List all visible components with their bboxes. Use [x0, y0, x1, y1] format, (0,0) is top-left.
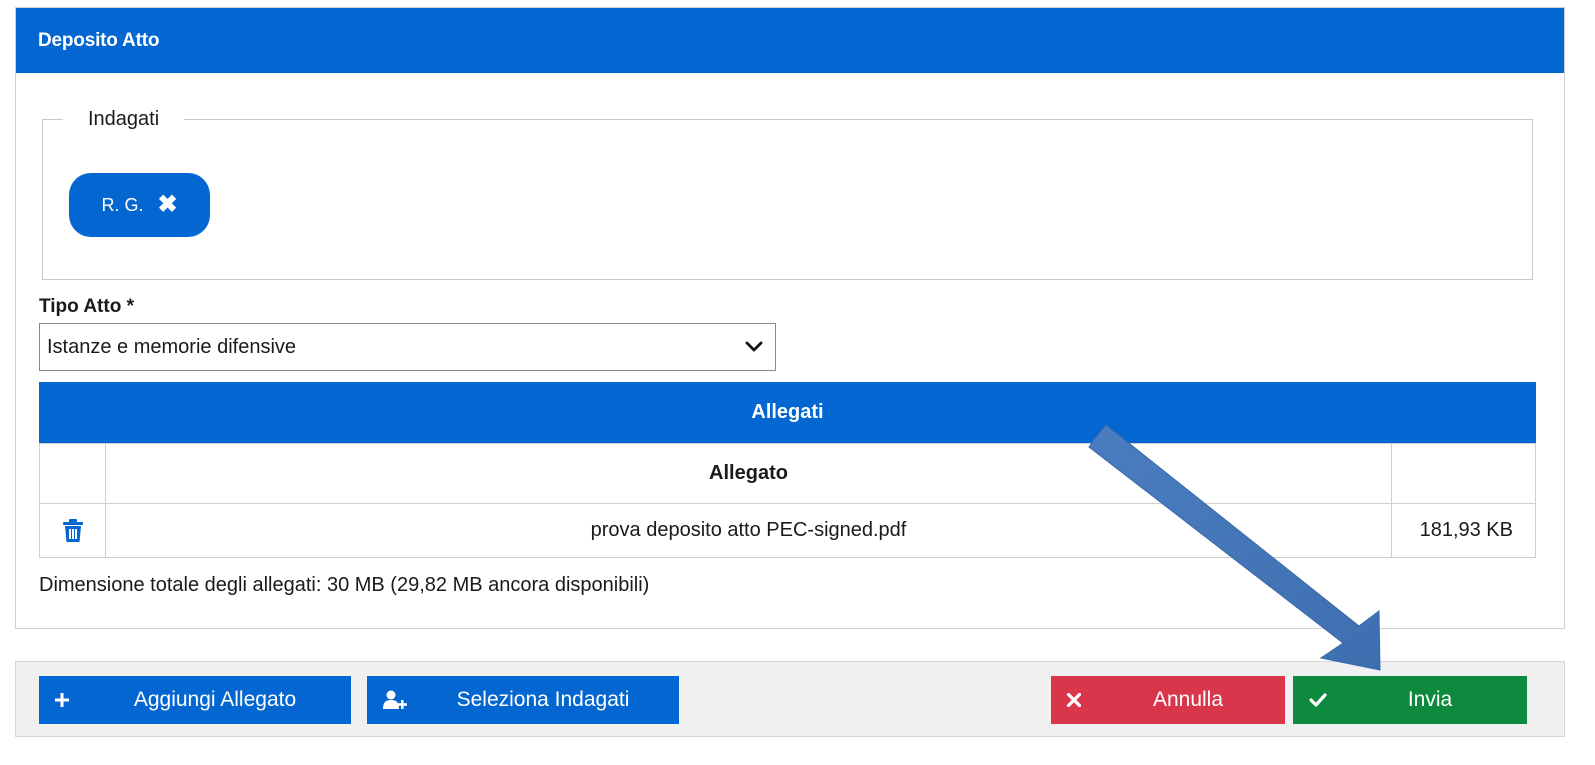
annulla-label: Annulla: [1152, 688, 1224, 711]
tipo-atto-select[interactable]: Istanze e memorie difensive: [39, 323, 776, 371]
aggiungi-allegato-button[interactable]: Aggiungi Allegato: [39, 676, 351, 724]
close-icon: [1067, 693, 1081, 707]
row-actions-cell: [39, 503, 106, 558]
indagato-chip[interactable]: R. G. ✖: [69, 173, 210, 237]
deposito-atto-panel: Deposito Atto Indagati R. G. ✖ Tipo Atto…: [15, 7, 1565, 629]
panel-title: Deposito Atto: [16, 8, 1564, 73]
total-size-text: Dimensione totale degli allegati: 30 MB …: [39, 574, 650, 596]
column-header-actions: [39, 443, 106, 504]
action-toolbar: Aggiungi Allegato Seleziona Indagati Ann…: [15, 661, 1565, 737]
plus-icon: [55, 693, 69, 707]
column-header-allegato: Allegato: [105, 443, 1392, 504]
table-header-row: Allegato: [39, 443, 1536, 504]
chevron-down-icon: [745, 341, 763, 352]
indagati-legend: Indagati: [88, 108, 160, 130]
invia-button[interactable]: Invia: [1293, 676, 1527, 724]
tipo-atto-label: Tipo Atto *: [39, 296, 134, 317]
seleziona-indagati-button[interactable]: Seleziona Indagati: [367, 676, 679, 724]
seleziona-indagati-label: Seleziona Indagati: [456, 688, 630, 711]
tipo-atto-selected-value: Istanze e memorie difensive: [47, 335, 297, 358]
file-size-cell: 181,93 KB: [1391, 503, 1536, 558]
table-row: prova deposito atto PEC-signed.pdf 181,9…: [39, 503, 1536, 558]
invia-label: Invia: [1407, 688, 1453, 711]
close-icon[interactable]: ✖: [157, 193, 177, 217]
allegati-header: Allegati: [39, 382, 1536, 443]
file-name-cell: prova deposito atto PEC-signed.pdf: [105, 503, 1392, 558]
user-plus-icon: [383, 690, 409, 710]
column-header-size: [1391, 443, 1536, 504]
aggiungi-allegato-label: Aggiungi Allegato: [133, 688, 297, 711]
trash-icon[interactable]: [62, 518, 84, 543]
allegati-table: Allegato prova deposito atto PEC-signed.…: [39, 443, 1536, 558]
check-icon: [1309, 693, 1327, 707]
indagati-fieldset: Indagati R. G. ✖: [42, 108, 1533, 280]
annulla-button[interactable]: Annulla: [1051, 676, 1285, 724]
chip-label: R. G.: [101, 194, 144, 215]
